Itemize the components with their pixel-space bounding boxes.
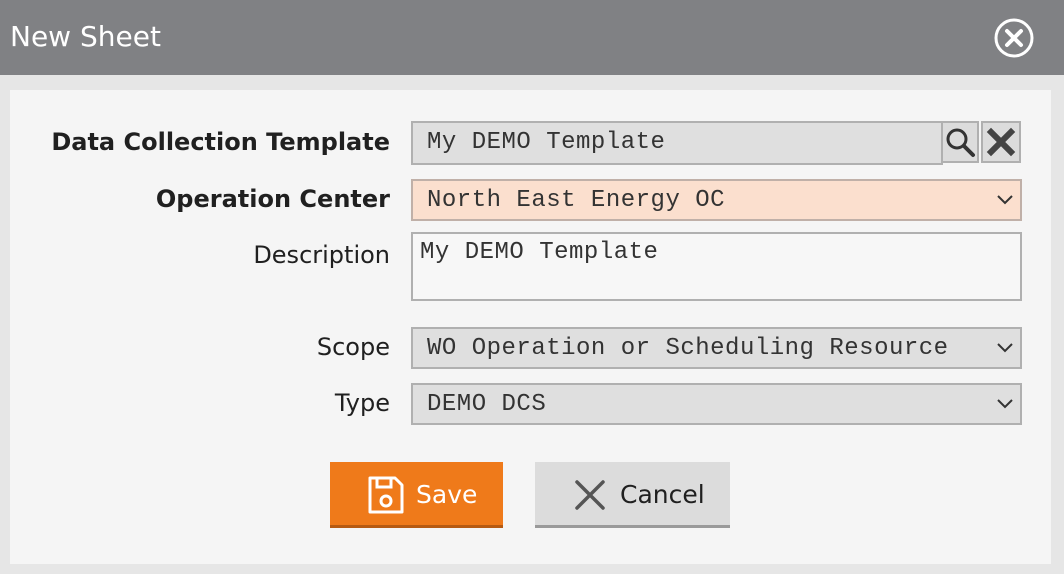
template-value: My DEMO Template <box>427 129 666 156</box>
search-icon <box>946 128 975 157</box>
close-button[interactable] <box>993 17 1035 59</box>
scope-value: WO Operation or Scheduling Resource <box>427 335 949 362</box>
clear-x-icon <box>986 127 1016 157</box>
chevron-down-icon <box>997 399 1013 409</box>
description-label: Description <box>253 241 390 269</box>
cancel-button[interactable]: Cancel <box>535 462 730 528</box>
dialog-titlebar: New Sheet <box>0 0 1064 75</box>
dialog-title: New Sheet <box>10 20 161 53</box>
cancel-x-icon <box>575 480 605 510</box>
operation-center-select[interactable]: North East Energy OC <box>411 179 1022 221</box>
save-label: Save <box>416 480 478 509</box>
close-circle-icon <box>994 18 1034 58</box>
description-textarea[interactable]: My DEMO Template <box>411 232 1022 301</box>
template-clear-button[interactable] <box>981 121 1021 163</box>
type-value: DEMO DCS <box>427 391 547 418</box>
template-search-button[interactable] <box>941 121 979 163</box>
operation-center-value: North East Energy OC <box>427 187 726 214</box>
floppy-disk-icon <box>368 476 404 514</box>
scope-select[interactable]: WO Operation or Scheduling Resource <box>411 327 1022 369</box>
operation-center-label: Operation Center <box>155 185 390 213</box>
template-field[interactable]: My DEMO Template <box>411 121 943 165</box>
template-label: Data Collection Template <box>51 128 390 156</box>
description-value: My DEMO Template <box>420 239 659 266</box>
scope-label: Scope <box>316 333 390 361</box>
type-select[interactable]: DEMO DCS <box>411 383 1022 425</box>
type-label: Type <box>334 389 390 417</box>
chevron-down-icon <box>997 343 1013 353</box>
chevron-down-icon <box>997 195 1013 205</box>
cancel-label: Cancel <box>620 480 705 509</box>
save-button[interactable]: Save <box>330 462 503 528</box>
